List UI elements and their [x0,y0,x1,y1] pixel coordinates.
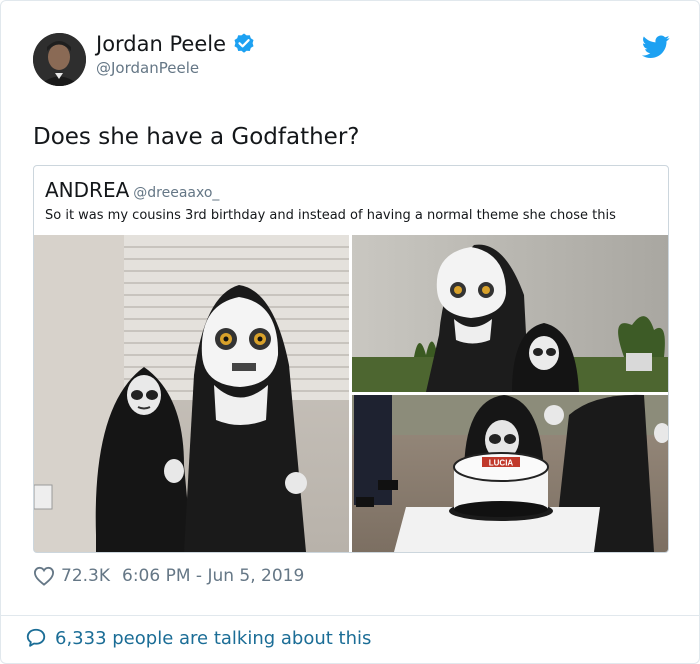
heart-icon[interactable] [33,566,55,586]
talking-link[interactable]: 6,333 people are talking about this [25,627,371,649]
timestamp[interactable]: 6:06 PM - Jun 5, 2019 [122,566,304,586]
quoted-author-handle[interactable]: @dreeaaxo_ [133,185,219,201]
photo-2[interactable] [352,235,668,392]
twitter-bird-icon[interactable] [642,35,670,59]
talking-count[interactable]: 6,333 people are talking about this [55,628,371,649]
author-handle[interactable]: @JordanPeele [96,59,199,77]
author-name-row[interactable]: Jordan Peele [96,32,256,56]
photo-grid[interactable]: LUCIA [34,235,668,552]
quoted-author-row[interactable]: ANDREA @dreeaaxo_ [45,178,219,202]
verified-badge-icon [234,33,254,53]
quoted-tweet[interactable]: ANDREA @dreeaaxo_ So it was my cousins 3r… [33,165,669,553]
quoted-author-name[interactable]: ANDREA [45,178,129,202]
speech-bubble-icon [26,628,46,647]
cake-text: LUCIA [489,459,514,468]
avatar[interactable] [33,33,86,86]
author-name[interactable]: Jordan Peele [96,32,226,56]
photo-3[interactable]: LUCIA [352,394,668,552]
tweet-text: Does she have a Godfather? [33,124,360,150]
photo-1[interactable] [34,235,350,552]
like-count[interactable]: 72.3K [61,566,110,586]
tweet-meta: 72.3K 6:06 PM - Jun 5, 2019 [33,566,304,586]
quoted-tweet-text: So it was my cousins 3rd birthday and in… [45,208,616,223]
tweet-card: Jordan Peele @JordanPeele Does she have … [0,0,700,664]
divider [1,615,699,616]
